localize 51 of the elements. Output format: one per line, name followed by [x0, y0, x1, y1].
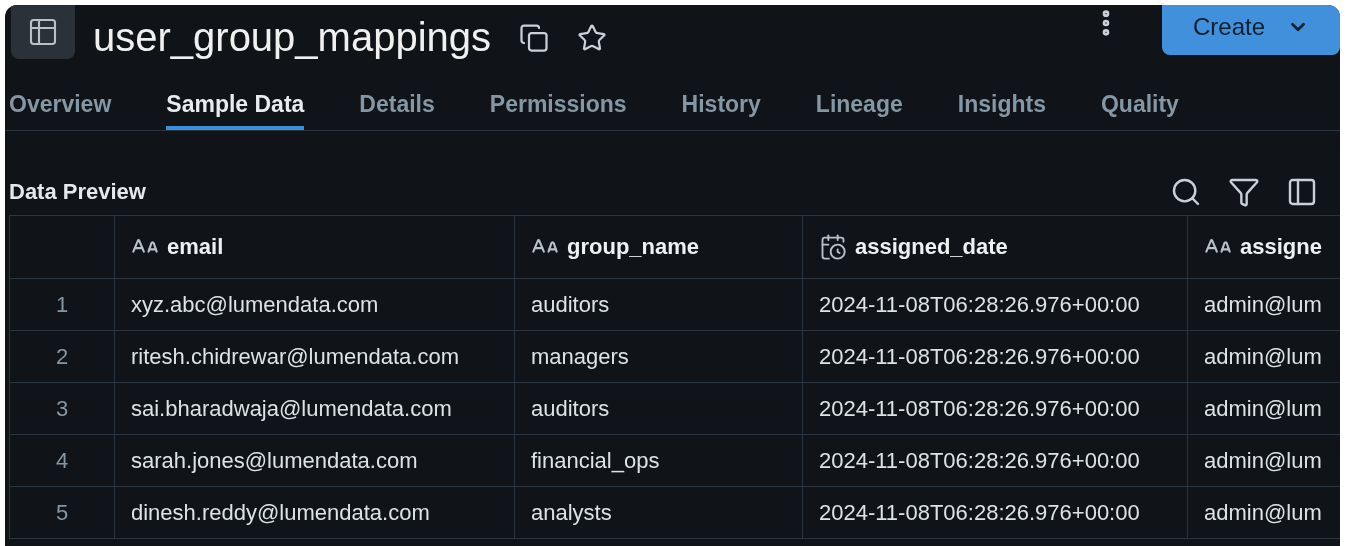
- table-cell: admin@lum: [1188, 331, 1340, 383]
- table-cell: 2024-11-08T06:28:26.976+00:00: [803, 383, 1188, 435]
- table-cell: 2024-11-08T06:28:26.976+00:00: [803, 435, 1188, 487]
- row-number: 4: [10, 435, 115, 487]
- table-cell: analysts: [515, 487, 803, 539]
- row-number: 2: [10, 331, 115, 383]
- table-cell: auditors: [515, 383, 803, 435]
- table-cell: managers: [515, 331, 803, 383]
- column-header[interactable]: assigned_date: [803, 216, 1188, 279]
- table-cell: 2024-11-08T06:28:26.976+00:00: [803, 331, 1188, 383]
- page-title: user_group_mappings: [93, 15, 492, 60]
- table-cell: admin@lum: [1188, 279, 1340, 331]
- tab[interactable]: Insights: [957, 91, 1046, 130]
- table-cell: 2024-11-08T06:28:26.976+00:00: [803, 487, 1188, 539]
- filter-icon[interactable]: [1228, 176, 1260, 208]
- column-header[interactable]: email: [115, 216, 515, 279]
- create-button[interactable]: Create: [1162, 5, 1340, 55]
- table-cell: ritesh.chidrewar@lumendata.com: [115, 331, 515, 383]
- row-number: 5: [10, 487, 115, 539]
- column-header[interactable]: group_name: [515, 216, 803, 279]
- table-cell: sai.bharadwaja@lumendata.com: [115, 383, 515, 435]
- table-icon: [11, 5, 75, 59]
- table-cell: xyz.abc@lumendata.com: [115, 279, 515, 331]
- row-number: 1: [10, 279, 115, 331]
- column-label: email: [167, 234, 224, 260]
- tab[interactable]: Permissions: [489, 91, 627, 130]
- table-cell: sarah.jones@lumendata.com: [115, 435, 515, 487]
- table-cell: financial_ops: [515, 435, 803, 487]
- copy-icon[interactable]: [519, 23, 550, 53]
- table-cell: dinesh.reddy@lumendata.com: [115, 487, 515, 539]
- tab[interactable]: Details: [359, 91, 435, 130]
- tab[interactable]: Lineage: [815, 91, 903, 130]
- calendar-clock-icon: [819, 233, 847, 261]
- section-title: Data Preview: [9, 179, 146, 205]
- table-cell: admin@lum: [1188, 383, 1340, 435]
- column-label: group_name: [567, 234, 700, 260]
- panel-icon[interactable]: [1286, 176, 1318, 208]
- table-cell: auditors: [515, 279, 803, 331]
- star-icon[interactable]: [577, 23, 608, 53]
- table-cell: admin@lum: [1188, 435, 1340, 487]
- column-label: assigned_date: [855, 234, 1008, 260]
- tab[interactable]: History: [681, 91, 761, 130]
- tab[interactable]: Quality: [1100, 91, 1179, 130]
- search-icon[interactable]: [1170, 176, 1202, 208]
- column-label: assigne: [1240, 234, 1322, 260]
- row-number: 3: [10, 383, 115, 435]
- tab[interactable]: Overview: [9, 91, 112, 130]
- tab[interactable]: Sample Data: [166, 91, 305, 130]
- column-header[interactable]: assigne: [1188, 216, 1340, 279]
- table-cell: 2024-11-08T06:28:26.976+00:00: [803, 279, 1188, 331]
- table-cell: admin@lum: [1188, 487, 1340, 539]
